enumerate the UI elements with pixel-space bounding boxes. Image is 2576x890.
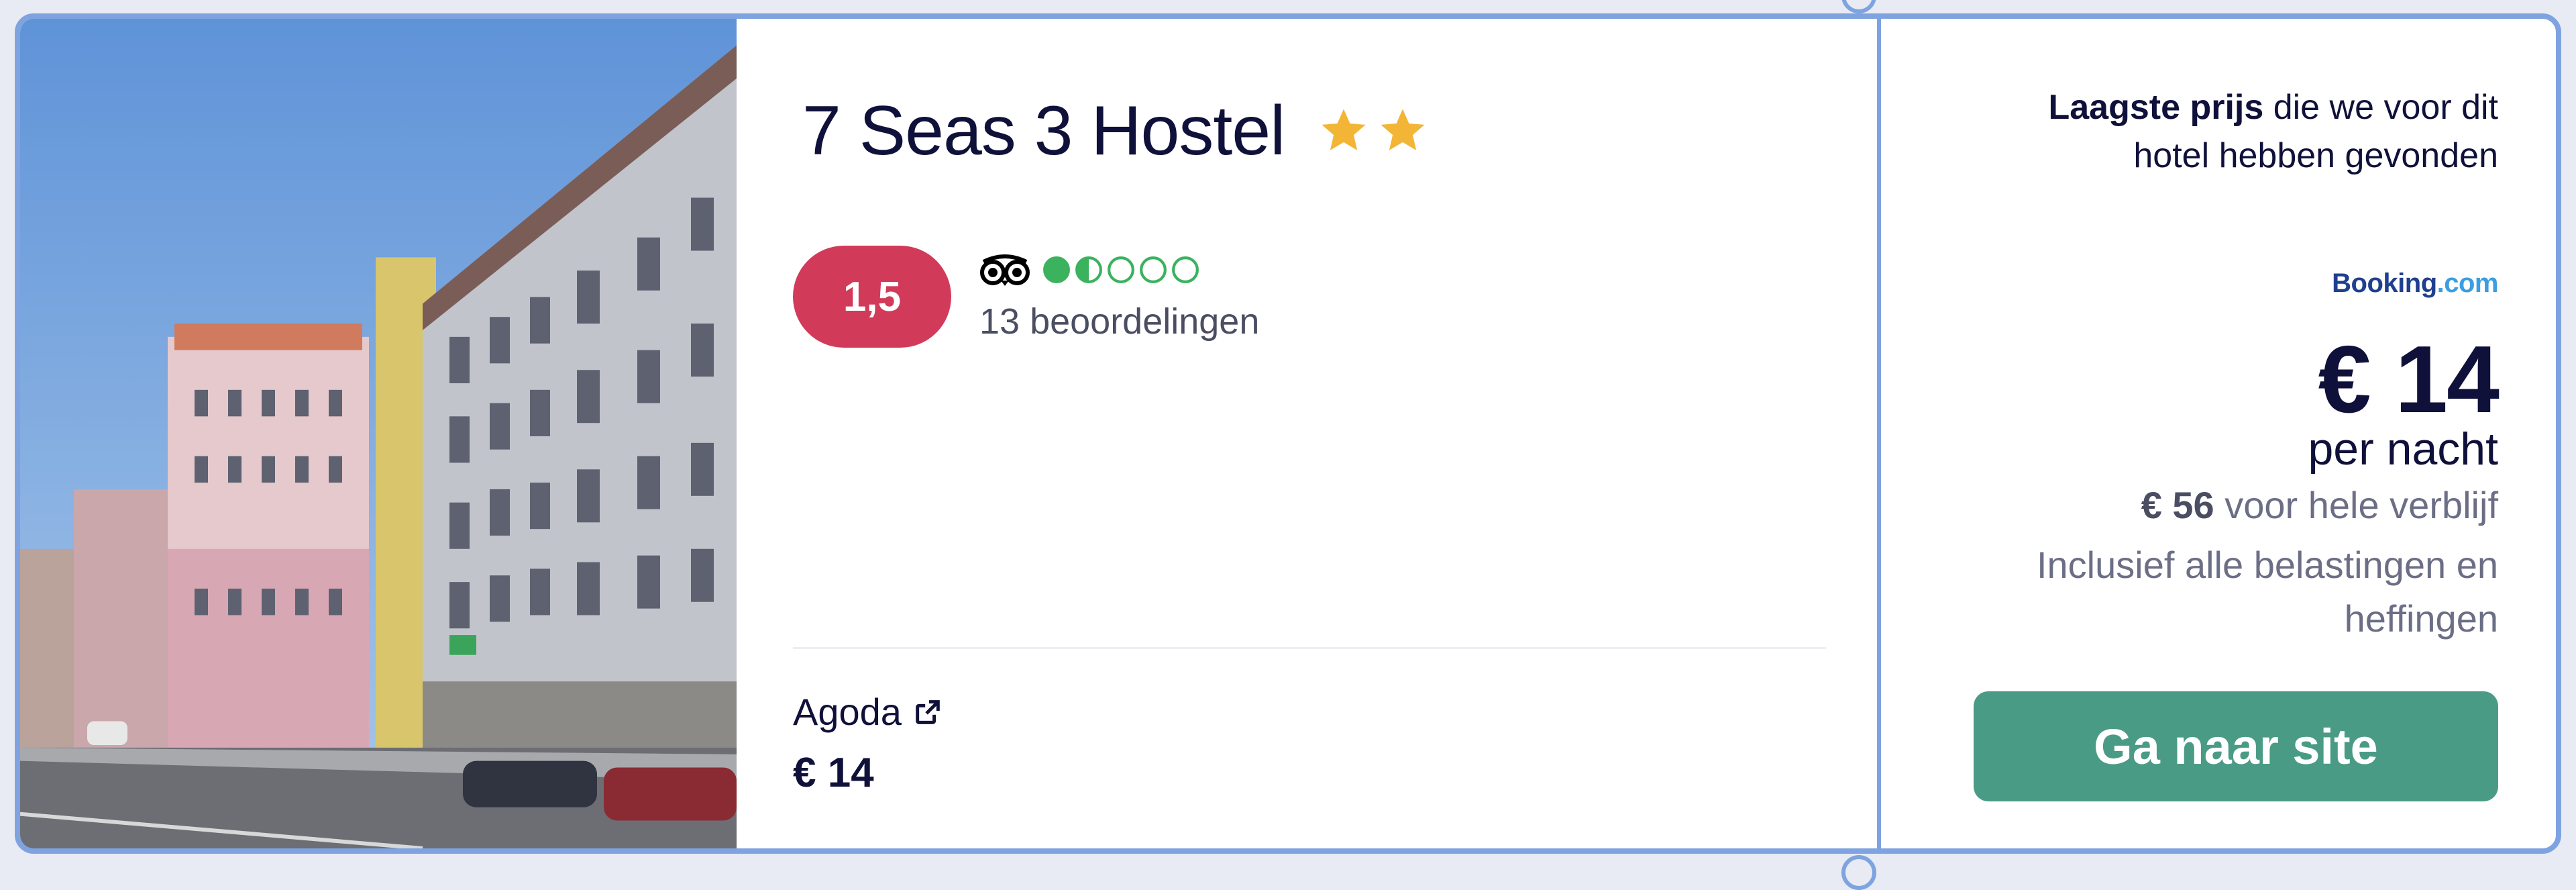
tripadvisor-rating [979, 254, 1199, 286]
rating-score-badge: 1,5 [793, 246, 951, 348]
hotel-info-section: 7 Seas 3 Hostel 1,5 13 beoord [737, 19, 1877, 848]
per-night-label: per nacht [2308, 423, 2498, 475]
lowest-price-bold: Laagste prijs [2048, 88, 2263, 127]
hotel-stars [1318, 105, 1429, 157]
ticket-notch-bottom [1841, 855, 1876, 890]
bubble-full-icon [1042, 256, 1071, 284]
total-price-label: voor hele verblijf [2214, 484, 2498, 526]
review-count[interactable]: 13 beoordelingen [979, 301, 1259, 342]
booking-logo-suffix: .com [2437, 268, 2498, 298]
bubble-empty-icon [1139, 256, 1167, 284]
price-panel: Laagste prijs die we voor dit hotel hebb… [1881, 19, 2561, 848]
bubble-empty-icon [1171, 256, 1199, 284]
tripadvisor-owl-icon [979, 254, 1030, 286]
booking-logo-main: Booking [2332, 268, 2436, 298]
hotel-name[interactable]: 7 Seas 3 Hostel [802, 91, 1285, 171]
provider-price[interactable]: € 14 [793, 749, 874, 797]
bubble-empty-icon [1107, 256, 1135, 284]
divider [793, 647, 1826, 649]
star-icon [1318, 105, 1370, 157]
hotel-photo[interactable] [20, 19, 737, 848]
provider-name[interactable]: Agoda [793, 690, 902, 734]
go-to-site-button[interactable]: Ga naar site [1974, 691, 2498, 801]
ticket-notch-top [1841, 0, 1876, 13]
street-photo-illustration [20, 19, 737, 848]
hotel-result-card[interactable]: 7 Seas 3 Hostel 1,5 13 beoord [15, 13, 2561, 854]
tripadvisor-bubbles [1042, 256, 1199, 284]
main-price: € 14 [2318, 325, 2498, 435]
provider-link[interactable]: Agoda [793, 690, 943, 734]
bubble-half-icon [1075, 256, 1103, 284]
lowest-price-label: Laagste prijs die we voor dit hotel hebb… [1988, 83, 2498, 180]
total-price-value: € 56 [2141, 484, 2214, 526]
star-icon [1377, 105, 1429, 157]
external-link-icon [912, 697, 943, 728]
booking-logo: Booking.com [2332, 268, 2498, 299]
taxes-note: Inclusief alle belastingen en heffingen [1894, 538, 2498, 646]
total-stay-price: € 56 voor hele verblijf [2141, 483, 2498, 527]
